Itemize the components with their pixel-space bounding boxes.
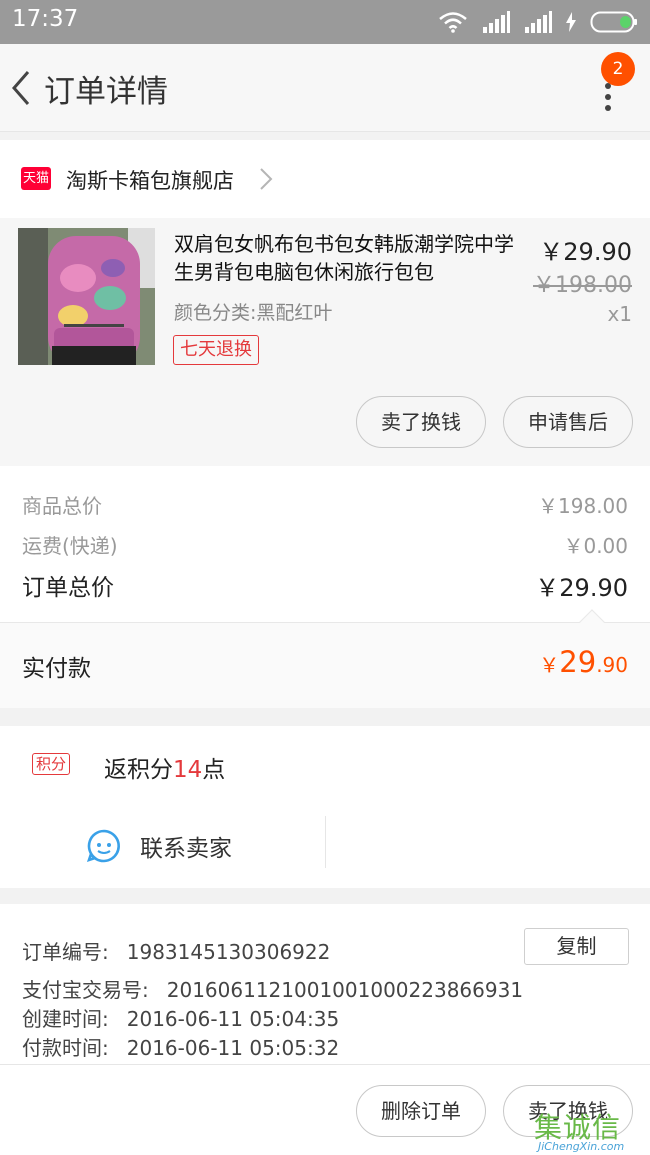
divider — [325, 816, 326, 868]
return-policy-tag: 七天退换 — [173, 335, 259, 365]
signal-icon — [483, 11, 510, 33]
paid-time-value: 2016-06-11 05:05:32 — [126, 1036, 340, 1060]
points-badge: 积分 — [32, 753, 71, 775]
status-bar: 17:37 — [0, 0, 650, 44]
points-and-contact: 积分 返积分14点 联系卖家 — [0, 726, 650, 888]
signal-icon-2 — [525, 11, 552, 33]
copy-button[interactable]: 复制 — [524, 928, 629, 965]
wifi-icon — [439, 12, 467, 33]
status-time: 17:37 — [12, 6, 79, 32]
shipping-label: 运费(快递) — [22, 534, 118, 558]
order-total-label: 订单总价 — [22, 575, 114, 601]
watermark-site: JiChengXin.com — [538, 1140, 625, 1153]
actual-payment-amount: ￥29.90 — [539, 645, 628, 679]
tmall-logo-icon: 天猫 — [21, 167, 51, 190]
shipping-row: 运费(快递) ￥0.00 — [22, 530, 628, 559]
order-number-label: 订单编号: — [22, 940, 109, 964]
sell-button[interactable]: 卖了换钱 — [356, 396, 486, 448]
product-quantity: x1 — [607, 302, 632, 326]
page-title: 订单详情 — [44, 74, 168, 110]
contact-seller-button[interactable]: 联系卖家 — [86, 828, 232, 864]
created-time-value: 2016-06-11 05:04:35 — [126, 1007, 340, 1031]
points-suffix: 点 — [202, 757, 226, 783]
amount-whole: 29 — [559, 645, 597, 679]
points-value: 14 — [173, 757, 203, 783]
amount-cents: .90 — [596, 653, 628, 677]
order-number-value: 1983145130306922 — [126, 940, 331, 964]
alipay-label: 支付宝交易号: — [22, 978, 149, 1002]
order-info: 订单编号: 1983145130306922 复制 支付宝交易号: 20160611… — [0, 904, 650, 1064]
alipay-row: 支付宝交易号: 2016061121001001000223866931 — [22, 974, 523, 1003]
after-sale-button[interactable]: 申请售后 — [503, 396, 633, 448]
store-row[interactable]: 天猫 淘斯卡箱包旗舰店 — [0, 140, 650, 218]
original-price: ￥198.00 — [533, 273, 632, 298]
paid-time-label: 付款时间: — [22, 1036, 109, 1060]
store-name: 淘斯卡箱包旗舰店 — [66, 169, 234, 193]
order-total-value: ￥29.90 — [535, 574, 628, 602]
points-prefix: 返积分 — [104, 757, 173, 783]
goods-total-value: ￥198.00 — [538, 494, 628, 518]
price-summary: 商品总价 ￥198.00 运费(快递) ￥0.00 订单总价 ￥29.90 — [0, 466, 650, 622]
shipping-value: ￥0.00 — [563, 534, 628, 558]
order-total-row: 订单总价 ￥29.90 — [22, 568, 628, 603]
currency-symbol: ￥ — [539, 653, 560, 677]
battery-icon — [590, 11, 637, 33]
watermark: 集诚信 JiChengXin.com — [534, 1104, 650, 1155]
chat-bubble-icon — [86, 829, 120, 863]
actual-payment-label: 实付款 — [22, 656, 91, 682]
charging-icon — [566, 12, 576, 32]
title-bar: 订单详情 2 — [0, 44, 650, 132]
contact-seller-label: 联系卖家 — [140, 836, 232, 862]
chevron-right-icon — [260, 168, 273, 190]
product-image[interactable] — [18, 228, 155, 365]
alipay-value: 2016061121001001000223866931 — [166, 978, 524, 1002]
order-number-row: 订单编号: 1983145130306922 — [22, 936, 330, 965]
product-spec: 颜色分类:黑配红叶 — [174, 302, 333, 324]
back-icon[interactable] — [8, 66, 36, 110]
paid-time-row: 付款时间: 2016-06-11 05:05:32 — [22, 1032, 339, 1061]
actual-payment: 实付款 ￥29.90 — [0, 609, 650, 708]
points-text: 返积分14点 — [104, 750, 225, 784]
created-time-row: 创建时间: 2016-06-11 05:04:35 — [22, 1003, 339, 1032]
created-time-label: 创建时间: — [22, 1007, 109, 1031]
product-price: ￥29.90 — [539, 238, 632, 266]
order-item[interactable]: 双肩包女帆布包书包女韩版潮学院中学生男背包电脑包休闲旅行包包 颜色分类:黑配红叶… — [0, 218, 650, 466]
notification-badge: 2 — [601, 52, 635, 86]
goods-total-label: 商品总价 — [22, 494, 102, 518]
delete-order-button[interactable]: 删除订单 — [356, 1085, 486, 1137]
status-icons — [438, 8, 638, 36]
product-name[interactable]: 双肩包女帆布包书包女韩版潮学院中学生男背包电脑包休闲旅行包包 — [174, 230, 528, 286]
goods-total-row: 商品总价 ￥198.00 — [22, 490, 628, 519]
